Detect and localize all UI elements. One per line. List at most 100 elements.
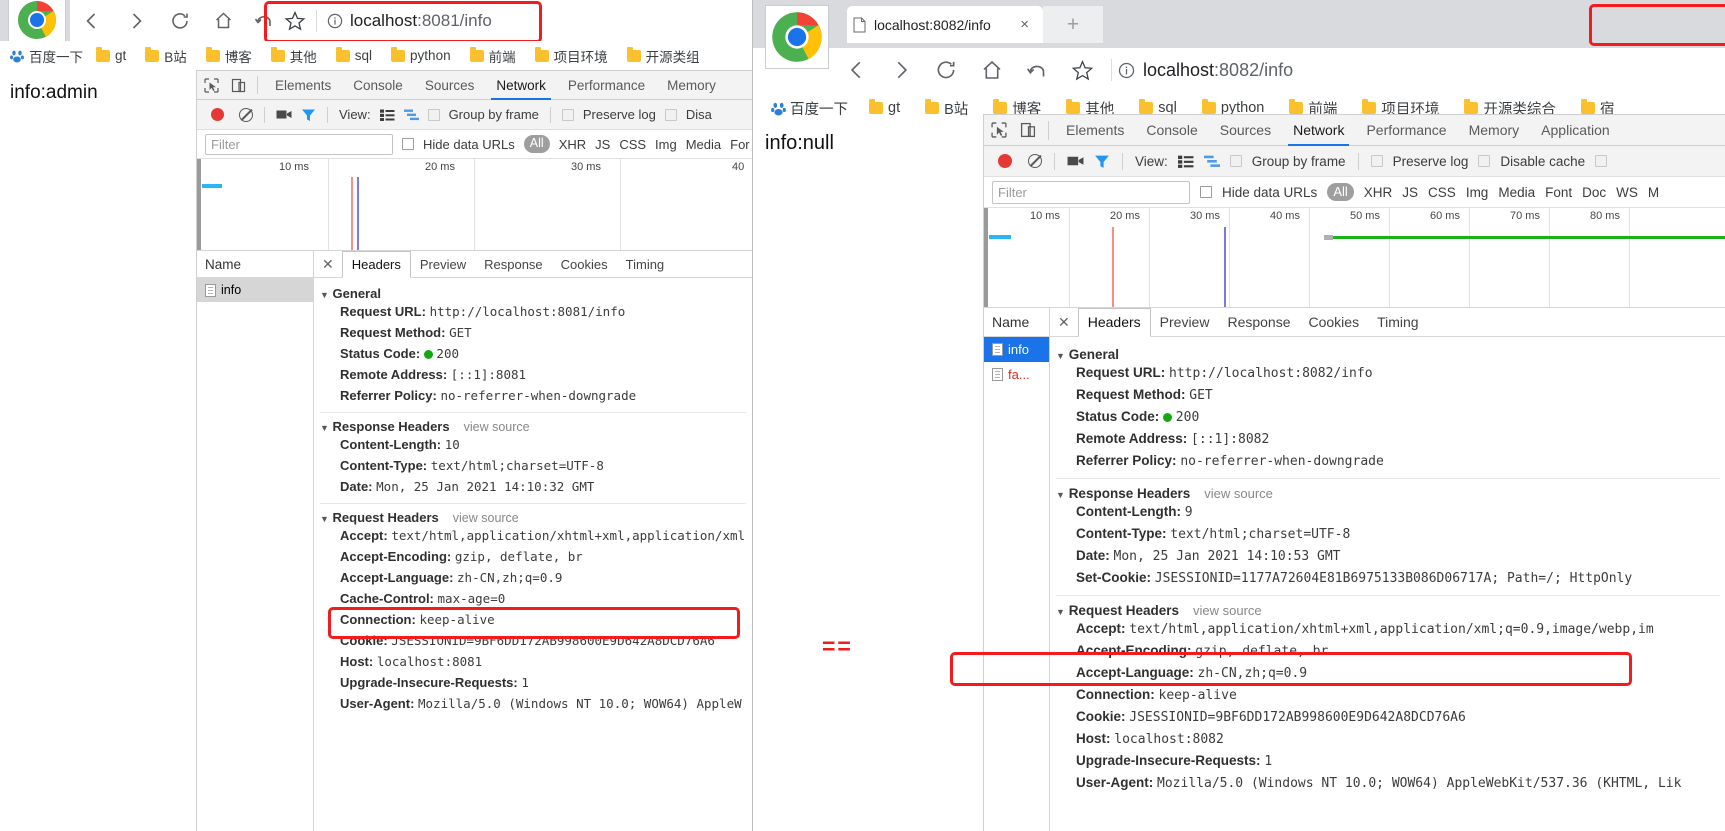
filter-type-css[interactable]: CSS — [1428, 185, 1456, 200]
devtools-tab-memory[interactable]: Memory — [1458, 115, 1531, 146]
reload-button[interactable] — [923, 48, 969, 92]
bookmark-item-baidu[interactable]: 百度一下 — [771, 98, 848, 119]
detail-tab-response[interactable]: Response — [1218, 308, 1299, 337]
filter-type-js[interactable]: JS — [1402, 185, 1418, 200]
filter-type-doc[interactable]: Doc — [1582, 185, 1606, 200]
back-button[interactable] — [70, 0, 114, 41]
devtools-tab-console[interactable]: Console — [342, 71, 414, 100]
devtools-tab-memory[interactable]: Memory — [656, 71, 727, 100]
filter-funnel-icon[interactable] — [1094, 154, 1110, 169]
filter-type-font[interactable]: For — [730, 137, 750, 152]
detail-tab-timing[interactable]: Timing — [617, 251, 674, 278]
detail-tab-preview[interactable]: Preview — [1151, 308, 1219, 337]
filter-type-xhr[interactable]: XHR — [559, 137, 586, 152]
devtools-tab-sources[interactable]: Sources — [1209, 115, 1282, 146]
waterfall-view-icon[interactable] — [1203, 155, 1220, 168]
filter-type-xhr[interactable]: XHR — [1364, 185, 1393, 200]
bookmark-item-gt[interactable]: gt — [96, 46, 126, 63]
detail-tab-preview[interactable]: Preview — [411, 251, 475, 278]
view-source-link[interactable]: view source — [464, 420, 530, 434]
filter-type-font[interactable]: Font — [1545, 185, 1572, 200]
close-detail-button[interactable]: ✕ — [314, 256, 342, 273]
screenshot-camera-icon[interactable] — [276, 108, 292, 121]
right-network-overview[interactable]: 10 ms 20 ms 30 ms 40 ms 50 ms 60 ms 70 m… — [984, 208, 1725, 308]
close-icon[interactable]: × — [1012, 17, 1037, 32]
device-toolbar-button[interactable] — [225, 71, 251, 100]
bookmark-item-baidu[interactable]: 百度一下 — [10, 46, 83, 66]
list-view-icon[interactable] — [379, 109, 395, 121]
screenshot-camera-icon[interactable] — [1067, 154, 1084, 168]
detail-tab-cookies[interactable]: Cookies — [1300, 308, 1369, 337]
reload-button[interactable] — [158, 0, 202, 41]
record-button[interactable] — [211, 108, 224, 121]
section-request-headers-header[interactable]: ▼ Request Headers view source — [314, 507, 752, 528]
history-back-button[interactable] — [1015, 48, 1059, 92]
filter-funnel-icon[interactable] — [301, 108, 316, 122]
inspect-element-button[interactable] — [984, 115, 1014, 146]
devtools-tab-performance[interactable]: Performance — [1355, 115, 1457, 146]
star-icon[interactable] — [284, 10, 306, 32]
section-request-headers-header[interactable]: ▼ Request Headers view source — [1050, 599, 1725, 621]
filter-type-all[interactable]: All — [523, 135, 550, 153]
info-circle-icon[interactable] — [1118, 62, 1135, 79]
filter-input[interactable]: Filter — [205, 133, 393, 155]
disable-cache-checkbox[interactable] — [664, 108, 677, 121]
filter-type-img[interactable]: Img — [1466, 185, 1489, 200]
bookmark-item-sql[interactable]: sql — [335, 46, 372, 63]
right-newtab-button[interactable]: + — [1043, 6, 1103, 43]
filter-type-manifest[interactable]: M — [1648, 185, 1659, 200]
bookmark-item-blog[interactable]: 博客 — [205, 46, 252, 66]
home-button[interactable] — [969, 48, 1015, 92]
inspect-element-button[interactable] — [197, 71, 225, 100]
devtools-tab-elements[interactable]: Elements — [1055, 115, 1135, 146]
hide-data-urls-checkbox[interactable] — [1200, 186, 1212, 198]
filter-type-img[interactable]: Img — [655, 137, 677, 152]
devtools-tab-elements[interactable]: Elements — [264, 71, 342, 100]
detail-tab-headers[interactable]: Headers — [341, 251, 411, 278]
devtools-tab-network[interactable]: Network — [1282, 115, 1355, 146]
filter-type-all[interactable]: All — [1327, 182, 1354, 202]
request-row-info[interactable]: info — [197, 278, 313, 302]
group-by-frame-checkbox[interactable] — [427, 108, 440, 121]
view-source-link[interactable]: view source — [1204, 486, 1273, 501]
hide-data-urls-checkbox[interactable] — [402, 138, 414, 150]
left-network-overview[interactable]: 10 ms 20 ms 30 ms 40 — [197, 159, 752, 251]
clear-button[interactable] — [1028, 154, 1042, 168]
detail-tab-cookies[interactable]: Cookies — [552, 251, 617, 278]
devtools-tab-application[interactable]: Application — [1530, 115, 1621, 146]
clear-button[interactable] — [239, 107, 253, 122]
detail-tab-response[interactable]: Response — [475, 251, 552, 278]
back-button[interactable] — [835, 48, 879, 92]
record-button[interactable] — [998, 154, 1012, 168]
group-by-frame-checkbox[interactable] — [1229, 155, 1242, 167]
filter-type-media[interactable]: Media — [686, 137, 721, 152]
devtools-tab-performance[interactable]: Performance — [557, 71, 656, 100]
bookmark-item-frontend[interactable]: 前端 — [469, 46, 516, 66]
filter-type-ws[interactable]: WS — [1616, 185, 1638, 200]
view-source-link[interactable]: view source — [453, 511, 519, 525]
right-url-text[interactable]: localhost:8082/info — [1143, 60, 1293, 81]
request-row-favicon[interactable]: fa... — [984, 362, 1049, 387]
filter-type-media[interactable]: Media — [1498, 185, 1535, 200]
forward-button[interactable] — [879, 48, 923, 92]
device-toolbar-button[interactable] — [1014, 115, 1042, 146]
disable-cache-checkbox[interactable] — [1478, 155, 1491, 167]
list-view-icon[interactable] — [1177, 155, 1194, 168]
devtools-tab-sources[interactable]: Sources — [414, 71, 486, 100]
home-button[interactable] — [202, 0, 244, 41]
close-detail-button[interactable]: ✕ — [1050, 314, 1078, 331]
bookmark-item-project-env[interactable]: 项目环境 — [534, 46, 608, 66]
info-circle-icon[interactable] — [327, 13, 343, 29]
forward-button[interactable] — [114, 0, 158, 41]
bookmark-item-bilibili[interactable]: B站 — [145, 46, 187, 66]
filter-type-js[interactable]: JS — [595, 137, 610, 152]
bookmark-item-python[interactable]: python — [391, 46, 451, 63]
preserve-log-checkbox[interactable] — [1370, 155, 1383, 167]
left-omnibox[interactable]: localhost:8081/info — [270, 2, 544, 40]
request-row-info[interactable]: info — [984, 337, 1049, 362]
bookmark-star-button[interactable] — [1059, 48, 1105, 92]
bookmark-item-bilibili[interactable]: B站 — [925, 98, 968, 119]
section-response-headers-header[interactable]: ▼ Response Headers view source — [314, 416, 752, 437]
section-general-header[interactable]: ▼ General — [314, 283, 752, 304]
offline-checkbox[interactable] — [1595, 155, 1608, 167]
